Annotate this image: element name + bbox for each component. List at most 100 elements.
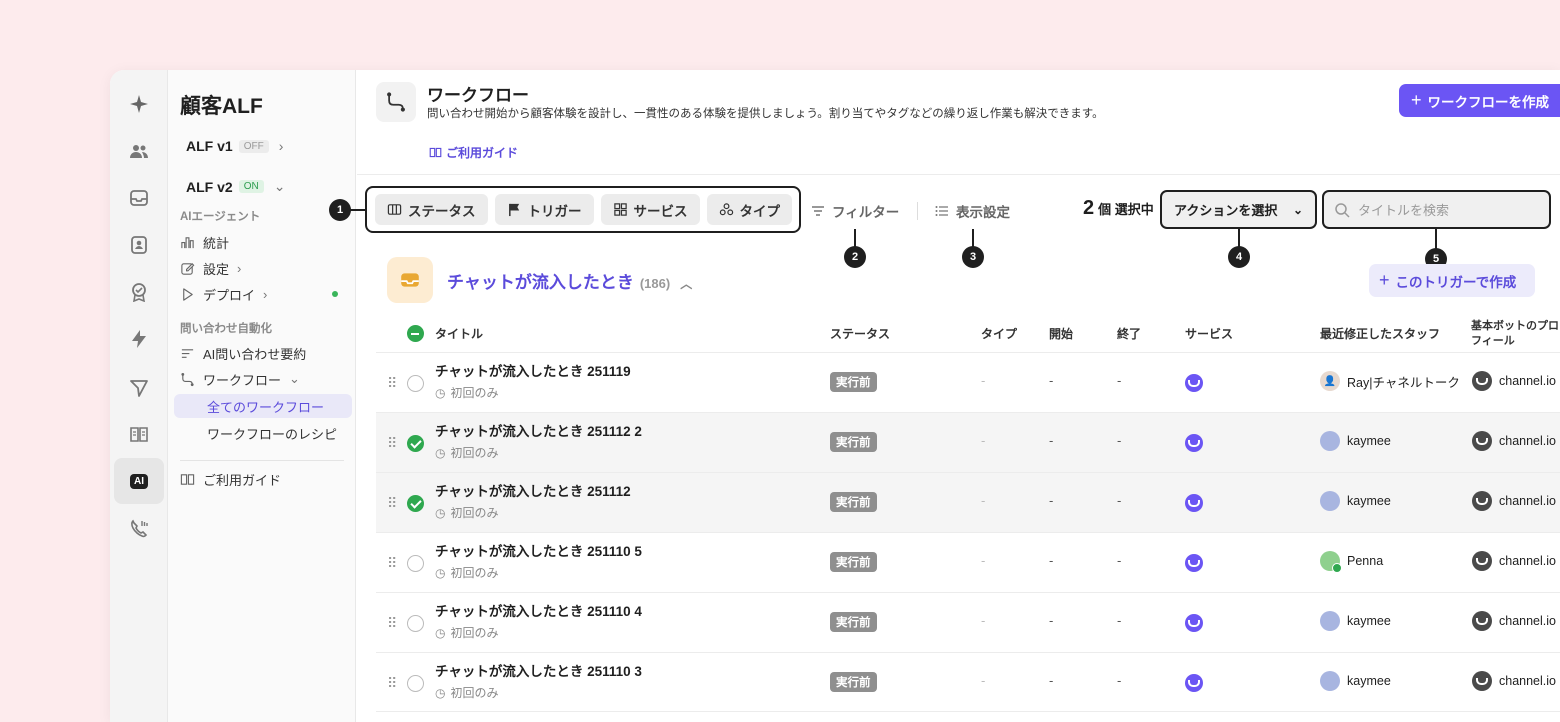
workflow-frequency: ◷ 初回のみ: [435, 384, 499, 401]
callout-1: 1: [329, 199, 351, 221]
lightning-icon[interactable]: [123, 323, 155, 355]
chip-label: トリガー: [527, 203, 582, 219]
table-header: タイトル ステータス タイプ 開始 終了 サービス 最近修正したスタッフ 基本ボ…: [376, 316, 1560, 352]
column-header-end[interactable]: 終了: [1117, 325, 1141, 342]
drag-handle-icon[interactable]: ⠿: [387, 375, 397, 392]
frequency-label: 初回のみ: [450, 566, 499, 580]
phone-icon[interactable]: [123, 512, 155, 544]
create-with-trigger-button[interactable]: + このトリガーで作成: [1369, 264, 1535, 297]
modified-by: kaymee: [1320, 671, 1391, 691]
sidebar-item-guide[interactable]: ご利用ガイド: [180, 467, 348, 491]
type-chip[interactable]: タイプ: [706, 194, 792, 225]
create-workflow-button[interactable]: + ワークフローを作成: [1399, 84, 1560, 117]
trigger-chip[interactable]: トリガー: [494, 194, 594, 225]
bot-name: channel.io: [1499, 434, 1556, 448]
version-alf-v1[interactable]: ALF v1 OFF ›: [186, 138, 283, 154]
table-row[interactable]: ⠿ チャットが流入したとき 251110 5 ◷ 初回のみ 実行前 - - - P…: [376, 532, 1560, 592]
workflow-icon: [376, 82, 416, 122]
book-open-icon: [429, 147, 442, 158]
page-title: ワークフロー: [427, 86, 529, 105]
filter-button[interactable]: フィルター: [810, 201, 899, 221]
type-value: -: [981, 493, 986, 508]
drag-handle-icon[interactable]: ⠿: [387, 555, 397, 572]
sidebar-item-workflow[interactable]: ワークフロー ⌄: [180, 367, 348, 391]
column-header-type[interactable]: タイプ: [981, 325, 1017, 342]
clock-icon: ◷: [435, 445, 446, 460]
column-header-bot-profile[interactable]: 基本ボットのプロフィール: [1471, 319, 1560, 349]
drag-handle-icon[interactable]: ⠿: [387, 435, 397, 452]
sidebar-item-stats[interactable]: 統計: [180, 230, 348, 254]
group-count: (186): [639, 276, 671, 291]
table-row[interactable]: ⠿ チャットが流入したとき 251110 4 ◷ 初回のみ 実行前 - - - k…: [376, 592, 1560, 652]
column-header-title[interactable]: タイトル: [435, 325, 483, 342]
workflow-title[interactable]: チャットが流入したとき 251110 5: [435, 540, 642, 560]
workflow-title[interactable]: チャットが流入したとき 251110 4: [435, 600, 642, 620]
staff-name: Ray|チャネルトーク: [1347, 375, 1460, 390]
send-icon[interactable]: [123, 372, 155, 404]
display-settings-button[interactable]: 表示設定: [934, 201, 1010, 221]
drag-handle-icon[interactable]: ⠿: [387, 675, 397, 692]
column-header-start[interactable]: 開始: [1049, 325, 1073, 342]
bot-avatar-icon: [1472, 431, 1492, 451]
channel-service-icon: [1185, 494, 1203, 512]
list-icon: [181, 348, 194, 358]
column-header-modified-by[interactable]: 最近修正したスタッフ: [1320, 325, 1440, 342]
group-header[interactable]: チャットが流入したとき (186) ︿: [447, 268, 692, 293]
selected-count-label: 個 選択中: [1098, 202, 1154, 217]
row-checkbox[interactable]: [407, 555, 424, 572]
sidebar-item-label: ご利用ガイド: [203, 472, 282, 488]
callout-4: 4: [1228, 246, 1250, 268]
workflow-icon: [181, 372, 194, 386]
contact-card-icon[interactable]: [123, 229, 155, 261]
bot-avatar-icon: [1472, 611, 1492, 631]
status-chip[interactable]: ステータス: [375, 194, 488, 225]
book-icon[interactable]: [123, 418, 155, 450]
workflow-title[interactable]: チャットが流入したとき 251112 2: [435, 420, 642, 440]
ai-icon[interactable]: AI: [114, 458, 164, 504]
table-row[interactable]: ⠿ チャットが流入したとき 251119 ◷ 初回のみ 実行前 - - - 👤 Ra…: [376, 352, 1560, 412]
users-icon[interactable]: [123, 135, 155, 167]
version-alf-v2[interactable]: ALF v2 ON ⌄: [186, 178, 285, 195]
sidebar-item-inquiry-summary[interactable]: AI問い合わせ要約: [180, 341, 348, 365]
column-header-service[interactable]: サービス: [1185, 325, 1233, 342]
row-checkbox[interactable]: [407, 435, 424, 452]
drag-handle-icon[interactable]: ⠿: [387, 615, 397, 632]
workflow-title[interactable]: チャットが流入したとき 251110 3: [435, 660, 642, 680]
row-checkbox[interactable]: [407, 495, 424, 512]
clock-icon: ◷: [435, 565, 446, 580]
badge-icon[interactable]: [123, 276, 155, 308]
status-badge: 実行前: [830, 552, 877, 572]
workflow-title[interactable]: チャットが流入したとき 251112: [435, 480, 631, 500]
select-all-checkbox[interactable]: [407, 325, 424, 342]
sparkle-icon[interactable]: [123, 88, 155, 120]
action-select-dropdown[interactable]: アクションを選択 ⌄: [1160, 190, 1317, 229]
guide-link[interactable]: ご利用ガイド: [429, 144, 518, 161]
bot-profile: channel.io: [1472, 491, 1556, 511]
inbox-icon[interactable]: [123, 182, 155, 214]
end-value: -: [1117, 433, 1122, 448]
chevron-down-icon: ⌄: [1292, 202, 1303, 217]
start-value: -: [1049, 613, 1054, 628]
service-chip[interactable]: サービス: [600, 194, 700, 225]
table-row[interactable]: ⠿ チャットが流入したとき 251110 3 ◷ 初回のみ 実行前 - - - k…: [376, 652, 1560, 712]
sidebar-item-workflow-recipes[interactable]: ワークフローのレシピ: [174, 421, 352, 445]
column-header-status[interactable]: ステータス: [830, 325, 890, 342]
sidebar-item-all-workflows[interactable]: 全てのワークフロー: [174, 394, 352, 418]
search-input[interactable]: タイトルを検索: [1322, 190, 1551, 229]
table-row[interactable]: ⠿ チャットが流入したとき 251112 2 ◷ 初回のみ 実行前 - - - k…: [376, 412, 1560, 472]
inbox-icon: [387, 257, 433, 303]
sidebar-item-settings[interactable]: 設定 ›: [180, 256, 348, 280]
sidebar-item-deploy[interactable]: デプロイ ›: [180, 282, 348, 306]
row-checkbox[interactable]: [407, 375, 424, 392]
chevron-up-icon: ︿: [680, 277, 693, 291]
row-checkbox[interactable]: [407, 615, 424, 632]
start-value: -: [1049, 493, 1054, 508]
drag-handle-icon[interactable]: ⠿: [387, 495, 397, 512]
workflow-title[interactable]: チャットが流入したとき 251119: [435, 360, 631, 380]
modified-by: kaymee: [1320, 491, 1391, 511]
version-label: ALF v2: [186, 178, 233, 195]
row-checkbox[interactable]: [407, 675, 424, 692]
table-row[interactable]: ⠿ チャットが流入したとき 251112 ◷ 初回のみ 実行前 - - - kay…: [376, 472, 1560, 532]
columns-icon: [387, 204, 402, 215]
page-description: 問い合わせ開始から顧客体験を設計し、一貫性のある体験を提供しましょう。割り当てや…: [427, 108, 1104, 120]
